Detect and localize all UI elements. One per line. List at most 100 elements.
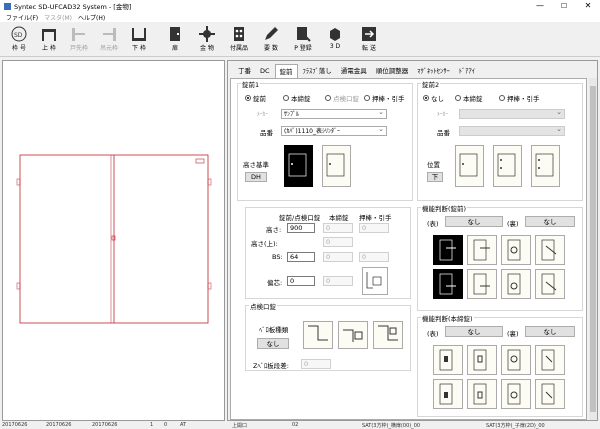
- lock1-radio-deadbolt[interactable]: 本締錠: [283, 93, 311, 103]
- func-deadbolt-thumb-8[interactable]: [535, 379, 565, 409]
- tab-magnet-sensor[interactable]: ﾏｸﾞﾈｯﾄｾﾝｻｰ: [413, 64, 454, 78]
- func-lock-thumb-1[interactable]: [433, 235, 463, 265]
- func-lock-thumb-8[interactable]: [535, 269, 565, 299]
- func-lock-thumb-7[interactable]: [501, 269, 531, 299]
- menu-file[interactable]: ファイル(F): [6, 13, 38, 22]
- lock2-radio-deadbolt[interactable]: 本締錠: [455, 93, 483, 103]
- pushbar-bs-input[interactable]: 0: [359, 252, 389, 262]
- func-deadbolt-title: 機能判断(本締錠): [421, 313, 474, 323]
- toolbar-label: 転 送: [362, 45, 376, 52]
- toolbar-transfer-button[interactable]: 転 送: [354, 25, 384, 55]
- lock2-image-1[interactable]: [455, 145, 484, 187]
- deadbolt-bs-input[interactable]: 0: [323, 252, 353, 262]
- toolbar-3d-button[interactable]: 3 D: [320, 25, 350, 55]
- toolbar-bottom-frame-button[interactable]: 下 枠: [124, 25, 154, 55]
- lock1-maker-select[interactable]: ｻﾝﾌﾟﾙ: [281, 108, 387, 119]
- func-lock-thumb-2[interactable]: [467, 235, 497, 265]
- menu-help[interactable]: ヘルプ(H): [78, 13, 105, 22]
- func-lock-thumb-5[interactable]: [433, 269, 463, 299]
- tab-hinge[interactable]: 丁番: [234, 64, 255, 78]
- func-deadbolt-thumb-5[interactable]: [433, 379, 463, 409]
- lock1-radio-pushbar[interactable]: 押棒・引手: [364, 93, 405, 103]
- radio-label: 押棒・引手: [507, 95, 540, 103]
- tab-door-eye[interactable]: ﾄﾞｱｱｲ: [455, 64, 479, 78]
- lock2-maker-select[interactable]: [459, 108, 565, 119]
- tab-dc[interactable]: DC: [256, 64, 274, 78]
- toolbar-hinge-frame-button[interactable]: 吊元枠: [94, 25, 124, 55]
- toolbar-top-frame-button[interactable]: 上 枠: [34, 25, 64, 55]
- scrollbar-thumb[interactable]: [590, 86, 596, 412]
- height-input[interactable]: 900: [287, 223, 315, 233]
- func-lock-thumb-4[interactable]: [535, 235, 565, 265]
- z-plate-input[interactable]: 0: [301, 359, 331, 369]
- plate-option-2[interactable]: [338, 321, 368, 349]
- func-deadbolt-thumb-7[interactable]: [501, 379, 531, 409]
- status-bar: 20170626 20170626 20170626 1 0 AT 上開口 02…: [0, 421, 600, 429]
- height-base-button[interactable]: DH: [245, 172, 267, 182]
- toolbar-register-button[interactable]: P 登録: [288, 25, 318, 55]
- toolbar-hardware-button[interactable]: 金 物: [192, 25, 222, 55]
- tab-flush-bolt[interactable]: ﾌﾗｽﾌﾞ落し: [299, 64, 336, 78]
- lock2-maker-label: ﾒｰｶｰ: [437, 112, 449, 118]
- func-deadbolt-thumb-1[interactable]: [433, 345, 463, 375]
- door-icon: [160, 25, 190, 43]
- lock1-radio-inspection[interactable]: 点検口錠: [325, 93, 359, 103]
- pushbar-height-input[interactable]: 0: [359, 223, 389, 233]
- lock2-product-select[interactable]: [459, 125, 565, 136]
- lock2-image-2[interactable]: [493, 145, 522, 187]
- plate-icon: [308, 325, 328, 341]
- status-code: 02: [292, 422, 299, 428]
- deadbolt-offset-input[interactable]: 0: [323, 276, 353, 286]
- plate-option-3[interactable]: [373, 321, 403, 349]
- maximize-button[interactable]: ☐: [552, 0, 576, 12]
- sd-icon: SD: [4, 25, 34, 43]
- menu-bar: ファイル(F) マスタ(M) ヘルプ(H): [0, 12, 600, 22]
- func-deadbolt-thumb-3[interactable]: [501, 345, 531, 375]
- drawing-canvas[interactable]: [2, 60, 225, 421]
- register-icon: [288, 25, 318, 43]
- tab-coordinator[interactable]: 順位調整器: [372, 64, 413, 78]
- func-deadbolt-front-button[interactable]: なし: [445, 326, 503, 337]
- position-button[interactable]: 下: [427, 172, 443, 182]
- func-deadbolt-thumb-6[interactable]: [467, 379, 497, 409]
- toolbar-door-button[interactable]: 扉: [160, 25, 190, 55]
- plate-type-label: ﾍﾞﾛ板種類: [259, 326, 289, 334]
- deadbolt-height-top-input[interactable]: 0: [323, 237, 353, 247]
- lock2-image-3[interactable]: [531, 145, 560, 187]
- menu-master[interactable]: マスタ(M): [44, 13, 72, 22]
- lock1-image-selected[interactable]: [284, 145, 313, 187]
- offset-input[interactable]: 0: [287, 276, 315, 286]
- toolbar-label: P 登録: [294, 45, 312, 52]
- func-lock-back-label: (裏): [507, 220, 519, 228]
- toolbar-quantity-button[interactable]: 要 数: [256, 25, 286, 55]
- plate-option-1[interactable]: [303, 321, 333, 349]
- lock1-image-option[interactable]: [322, 145, 351, 187]
- radio-label: 本締錠: [463, 95, 483, 103]
- toolbar-door-tip-frame-button[interactable]: 戸先枠: [64, 25, 94, 55]
- func-lock-thumb-6[interactable]: [467, 269, 497, 299]
- close-button[interactable]: ✕: [576, 0, 600, 12]
- lever-icon: [439, 273, 456, 295]
- lock1-radio-lock[interactable]: 錠前: [245, 93, 266, 103]
- vertical-scrollbar[interactable]: [589, 78, 597, 420]
- bs-input[interactable]: 64: [287, 252, 315, 262]
- deadbolt-height-input[interactable]: 0: [323, 223, 353, 233]
- func-deadbolt-thumb-4[interactable]: [535, 345, 565, 375]
- plate-icon: [378, 325, 398, 341]
- func-lock-front-button[interactable]: なし: [445, 216, 503, 227]
- lock2-radio-pushbar[interactable]: 押棒・引手: [499, 93, 540, 103]
- toolbar-accessory-button[interactable]: 付属品: [224, 25, 254, 55]
- func-deadbolt-thumb-2[interactable]: [467, 345, 497, 375]
- plate-type-button[interactable]: なし: [257, 338, 289, 349]
- plate-icon: [343, 329, 363, 342]
- func-lock-thumb-3[interactable]: [501, 235, 531, 265]
- toolbar-frame-number-button[interactable]: SD 枠 号: [4, 25, 34, 55]
- lock1-product-select[interactable]: (ｶﾊﾟ)1110_表ｼﾘﾝﾀﾞｰ: [281, 125, 387, 136]
- func-lock-back-button[interactable]: なし: [525, 216, 575, 227]
- func-deadbolt-back-button[interactable]: なし: [525, 326, 575, 337]
- tab-power-transfer[interactable]: 通電金具: [337, 64, 371, 78]
- minimize-button[interactable]: —: [528, 0, 552, 12]
- lock2-radio-none[interactable]: なし: [423, 93, 444, 103]
- lock1-product-label: 品番: [260, 129, 273, 137]
- tab-lock[interactable]: 錠前: [274, 64, 298, 78]
